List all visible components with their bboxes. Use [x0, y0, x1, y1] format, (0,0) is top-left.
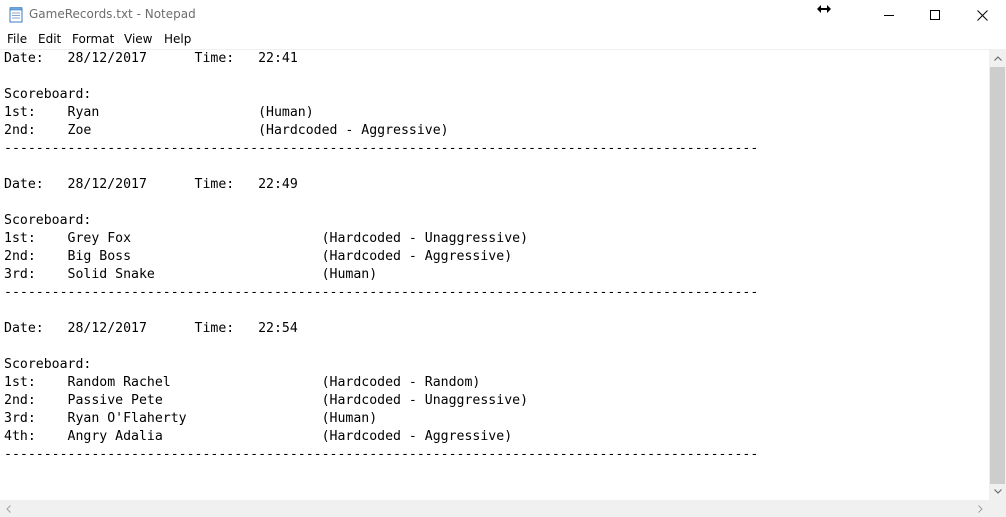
scroll-left-button[interactable]	[0, 500, 17, 517]
vertical-scroll-thumb[interactable]	[990, 67, 1005, 484]
chevron-right-icon	[978, 504, 983, 513]
maximize-icon	[930, 10, 940, 20]
scroll-down-button[interactable]	[989, 483, 1006, 500]
horizontal-scrollbar[interactable]	[0, 500, 989, 517]
text-editor-area[interactable]: Date: 28/12/2017 Time: 22:41 Scoreboard:…	[0, 50, 989, 500]
horizontal-resize-cursor-icon	[817, 3, 831, 18]
close-icon	[976, 9, 988, 21]
menu-view[interactable]: View	[124, 32, 152, 46]
minimize-icon	[884, 15, 894, 16]
menu-help[interactable]: Help	[164, 32, 191, 46]
scroll-right-button[interactable]	[972, 500, 989, 517]
document-text[interactable]: Date: 28/12/2017 Time: 22:41 Scoreboard:…	[0, 50, 989, 464]
maximize-button[interactable]	[912, 0, 958, 30]
scroll-up-button[interactable]	[989, 50, 1006, 67]
menu-format[interactable]: Format	[72, 32, 114, 46]
notepad-window: GameRecords.txt - Notepad File Edit Form…	[0, 0, 1006, 517]
notepad-icon[interactable]	[9, 7, 23, 23]
window-title: GameRecords.txt - Notepad	[29, 7, 196, 21]
chevron-left-icon	[6, 504, 11, 513]
chevron-down-icon	[993, 489, 1002, 494]
menu-edit[interactable]: Edit	[38, 32, 61, 46]
close-button[interactable]	[958, 0, 1006, 30]
vertical-scrollbar[interactable]	[989, 50, 1006, 500]
scrollbar-corner	[989, 500, 1006, 517]
chevron-up-icon	[993, 56, 1002, 61]
minimize-button[interactable]	[866, 0, 912, 30]
menu-file[interactable]: File	[7, 32, 27, 46]
menu-bar: File Edit Format View Help	[0, 30, 1006, 49]
title-bar[interactable]: GameRecords.txt - Notepad	[0, 0, 1006, 30]
